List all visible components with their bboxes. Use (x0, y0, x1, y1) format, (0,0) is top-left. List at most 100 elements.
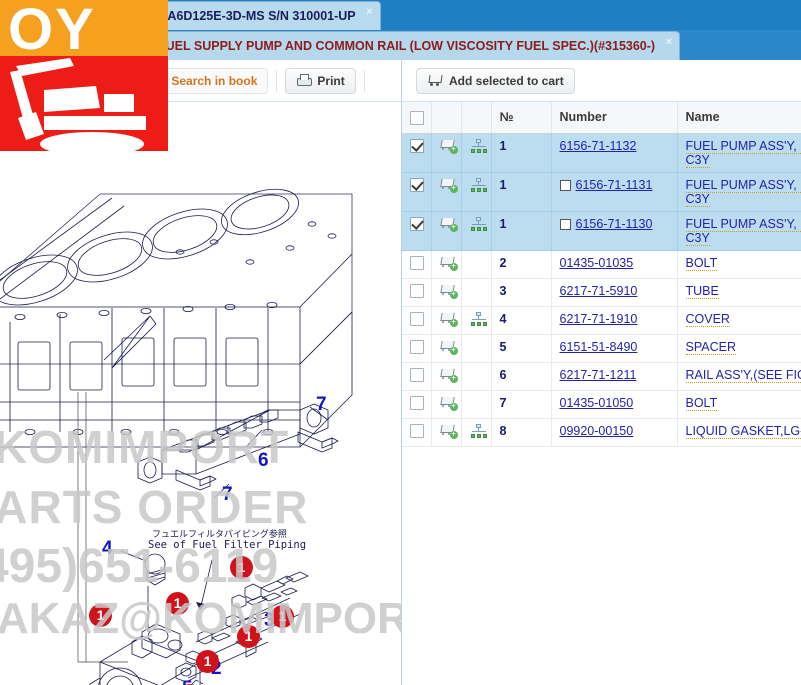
assembly-tree-icon[interactable] (470, 177, 488, 192)
parts-diagram[interactable]: フュエルフィルタパイピング参照 See of Fuel Filter Pipin… (0, 102, 401, 685)
row-tree-cell[interactable] (461, 172, 492, 212)
add-to-cart-icon[interactable]: + (440, 178, 458, 193)
row-cart-cell[interactable]: + (431, 133, 462, 173)
row-tree-cell[interactable] (461, 133, 492, 173)
row-name-cell[interactable]: FUEL PUMP ASS'Y, (SEE FIG.A4010-C3Y (677, 133, 801, 173)
row-name-cell[interactable]: RAIL ASS'Y,(SEE FIG.A4010-E3Y3) (677, 362, 801, 391)
tab-assembly[interactable]: FUEL SUPPLY PUMP AND COMMON RAIL (LOW VI… (133, 31, 681, 60)
assembly-tree-icon[interactable] (470, 216, 488, 231)
row-select-cell[interactable] (402, 211, 432, 251)
close-icon[interactable]: × (666, 37, 672, 48)
row-select-cell[interactable] (402, 362, 432, 391)
row-cart-cell[interactable]: + (431, 334, 462, 363)
row-checkbox[interactable] (410, 312, 424, 327)
row-cart-cell[interactable]: + (431, 278, 462, 307)
part-name-link[interactable]: FUEL PUMP ASS'Y, (SEE FIG.A4010-C3Y (685, 177, 801, 207)
row-checkbox[interactable] (410, 139, 424, 154)
row-number-cell[interactable]: 6217-71-5910 (551, 278, 678, 307)
part-number-link[interactable]: 6217-71-1910 (560, 312, 638, 326)
row-select-cell[interactable] (402, 390, 432, 419)
row-cart-cell[interactable]: + (431, 306, 462, 335)
part-name-link[interactable]: SPACER (685, 339, 736, 355)
table-row[interactable]: + 5 6151-51-8490 SPACER (402, 334, 801, 363)
part-name-link[interactable]: TUBE (685, 283, 719, 299)
add-to-cart-icon[interactable]: + (440, 312, 458, 327)
row-checkbox[interactable] (410, 424, 424, 439)
row-name-cell[interactable]: BOLT (677, 390, 801, 419)
add-to-cart-icon[interactable]: + (440, 424, 458, 439)
row-number-cell[interactable]: 6151-51-8490 (551, 334, 678, 363)
part-number-link[interactable]: 6151-51-8490 (560, 340, 638, 354)
part-number-link[interactable]: 6156-71-1132 (560, 139, 637, 153)
row-select-cell[interactable] (402, 250, 432, 279)
add-to-cart-icon[interactable]: + (440, 256, 458, 271)
header-no[interactable]: № (491, 102, 552, 134)
row-select-cell[interactable] (402, 334, 432, 363)
row-name-cell[interactable]: FUEL PUMP ASS'Y, (SEE FIG.A4010-C3Y (677, 211, 801, 251)
assembly-tree-icon[interactable] (470, 138, 488, 153)
close-icon[interactable]: × (366, 7, 372, 18)
part-number-link[interactable]: 6217-71-5910 (560, 284, 638, 298)
header-name[interactable]: Name (677, 102, 801, 134)
parts-table-scroll[interactable]: № Number Name + 1 6156-71-1132 FUEL PUMP… (402, 102, 801, 685)
add-to-cart-icon[interactable]: + (440, 217, 458, 232)
part-number-link[interactable]: 01435-01050 (560, 396, 634, 410)
add-to-cart-icon[interactable]: + (440, 284, 458, 299)
part-name-link[interactable]: RAIL ASS'Y,(SEE FIG.A4010-E3Y3) (685, 367, 801, 383)
header-number[interactable]: Number (551, 102, 678, 134)
print-button[interactable]: Print (285, 67, 356, 94)
part-number-link[interactable]: 6156-71-1131 (576, 178, 653, 192)
part-name-link[interactable]: LIQUID GASKET,LG-7,150G (685, 423, 801, 439)
add-to-cart-icon[interactable]: + (440, 139, 458, 154)
row-cart-cell[interactable]: + (431, 172, 462, 212)
part-name-link[interactable]: FUEL PUMP ASS'Y, (SEE FIG.A4010-C3Y (685, 216, 801, 246)
row-cart-cell[interactable]: + (431, 390, 462, 419)
row-inline-checkbox[interactable] (559, 179, 571, 191)
row-select-cell[interactable] (402, 418, 432, 447)
row-select-cell[interactable] (402, 278, 432, 307)
row-select-cell[interactable] (402, 172, 432, 212)
row-checkbox[interactable] (410, 368, 424, 383)
row-name-cell[interactable]: LIQUID GASKET,LG-7,150G (677, 418, 801, 447)
header-select-all[interactable] (402, 102, 432, 134)
row-cart-cell[interactable]: + (431, 362, 462, 391)
row-select-cell[interactable] (402, 306, 432, 335)
add-to-cart-icon[interactable]: + (440, 396, 458, 411)
row-checkbox[interactable] (410, 256, 424, 271)
table-row[interactable]: + 4 6217-71-1910 COVER (402, 306, 801, 335)
row-checkbox[interactable] (410, 340, 424, 355)
row-name-cell[interactable]: SPACER (677, 334, 801, 363)
add-selected-to-cart-button[interactable]: Add selected to cart (416, 67, 575, 94)
part-number-link[interactable]: 6156-71-1130 (576, 217, 653, 231)
table-row[interactable]: + 1 6156-71-1132 FUEL PUMP ASS'Y, (SEE F… (402, 133, 801, 173)
row-inline-checkbox[interactable] (559, 218, 571, 230)
select-all-checkbox[interactable] (410, 110, 424, 125)
row-select-cell[interactable] (402, 133, 432, 173)
row-tree-cell[interactable] (461, 418, 492, 447)
part-name-link[interactable]: BOLT (685, 255, 718, 271)
add-to-cart-icon[interactable]: + (440, 340, 458, 355)
row-tree-cell[interactable] (461, 211, 492, 251)
table-row[interactable]: + 1 6156-71-1130 FUEL PUMP ASS'Y, (SEE F… (402, 211, 801, 251)
row-name-cell[interactable]: TUBE (677, 278, 801, 307)
table-row[interactable]: + 3 6217-71-5910 TUBE (402, 278, 801, 307)
table-row[interactable]: + 1 6156-71-1131 FUEL PUMP ASS'Y, (SEE F… (402, 172, 801, 212)
row-checkbox[interactable] (410, 396, 424, 411)
table-row[interactable]: + 2 01435-01035 BOLT (402, 250, 801, 279)
add-to-cart-icon[interactable]: + (440, 368, 458, 383)
row-number-cell[interactable]: 6156-71-1130 (551, 211, 678, 251)
part-name-link[interactable]: COVER (685, 311, 730, 327)
row-cart-cell[interactable]: + (431, 418, 462, 447)
table-row[interactable]: + 8 09920-00150 LIQUID GASKET,LG-7,150G (402, 418, 801, 447)
row-checkbox[interactable] (410, 178, 424, 193)
row-checkbox[interactable] (410, 217, 424, 232)
row-name-cell[interactable]: COVER (677, 306, 801, 335)
row-cart-cell[interactable]: + (431, 211, 462, 251)
row-checkbox[interactable] (410, 284, 424, 299)
row-number-cell[interactable]: 09920-00150 (551, 418, 678, 447)
part-number-link[interactable]: 01435-01035 (560, 256, 634, 270)
assembly-tree-icon[interactable] (470, 311, 488, 326)
row-name-cell[interactable]: BOLT (677, 250, 801, 279)
row-cart-cell[interactable]: + (431, 250, 462, 279)
row-number-cell[interactable]: 6156-71-1131 (551, 172, 678, 212)
